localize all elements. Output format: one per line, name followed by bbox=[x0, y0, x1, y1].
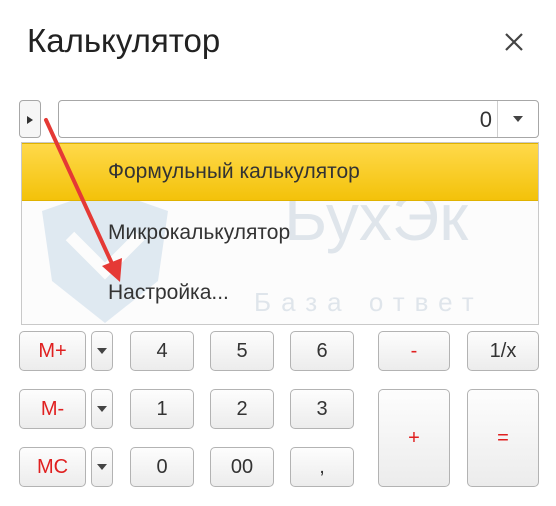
digit-2-button[interactable]: 2 bbox=[210, 389, 274, 429]
mc-dropdown-button[interactable] bbox=[91, 447, 113, 487]
decimal-separator-button[interactable]: , bbox=[290, 447, 354, 487]
menu-item-label: Микрокалькулятор bbox=[108, 221, 291, 244]
menu-item-formula-calculator[interactable]: Формульный калькулятор bbox=[22, 143, 538, 201]
expander-menu: БухЭк База ответ Формульный калькулятор … bbox=[21, 142, 539, 325]
chevron-down-icon bbox=[97, 406, 107, 412]
menu-item-settings[interactable]: Настройка... bbox=[22, 265, 538, 323]
mc-button[interactable]: MC bbox=[19, 447, 86, 487]
digit-5-button[interactable]: 5 bbox=[210, 331, 274, 371]
m-plus-dropdown-button[interactable] bbox=[91, 331, 113, 371]
display-value: 0 bbox=[479, 107, 492, 132]
calculator-window: Калькулятор 0 БухЭк База ответ Формульны… bbox=[0, 0, 556, 506]
digit-00-button[interactable]: 00 bbox=[210, 447, 274, 487]
digit-0-button[interactable]: 0 bbox=[130, 447, 194, 487]
digit-1-button[interactable]: 1 bbox=[130, 389, 194, 429]
close-icon[interactable] bbox=[500, 28, 528, 56]
menu-item-microcalculator[interactable]: Микрокалькулятор bbox=[22, 205, 538, 263]
chevron-down-icon bbox=[97, 348, 107, 354]
chevron-down-icon bbox=[513, 116, 523, 122]
menu-item-label: Настройка... bbox=[108, 281, 229, 304]
m-minus-dropdown-button[interactable] bbox=[91, 389, 113, 429]
display-dropdown-button[interactable] bbox=[497, 101, 538, 137]
digit-6-button[interactable]: 6 bbox=[290, 331, 354, 371]
equals-button[interactable]: = bbox=[467, 389, 539, 487]
triangle-right-icon bbox=[27, 116, 33, 124]
chevron-down-icon bbox=[97, 464, 107, 470]
plus-button[interactable]: + bbox=[378, 389, 450, 487]
reciprocal-button[interactable]: 1/x bbox=[467, 331, 539, 371]
m-plus-button[interactable]: M+ bbox=[19, 331, 86, 371]
expander-button[interactable] bbox=[19, 100, 41, 138]
m-minus-button[interactable]: M- bbox=[19, 389, 86, 429]
window-title: Калькулятор bbox=[27, 22, 221, 59]
menu-item-label: Формульный калькулятор bbox=[108, 160, 360, 183]
calculator-display[interactable]: 0 bbox=[58, 100, 539, 138]
minus-button[interactable]: - bbox=[378, 331, 450, 371]
digit-3-button[interactable]: 3 bbox=[290, 389, 354, 429]
digit-4-button[interactable]: 4 bbox=[130, 331, 194, 371]
